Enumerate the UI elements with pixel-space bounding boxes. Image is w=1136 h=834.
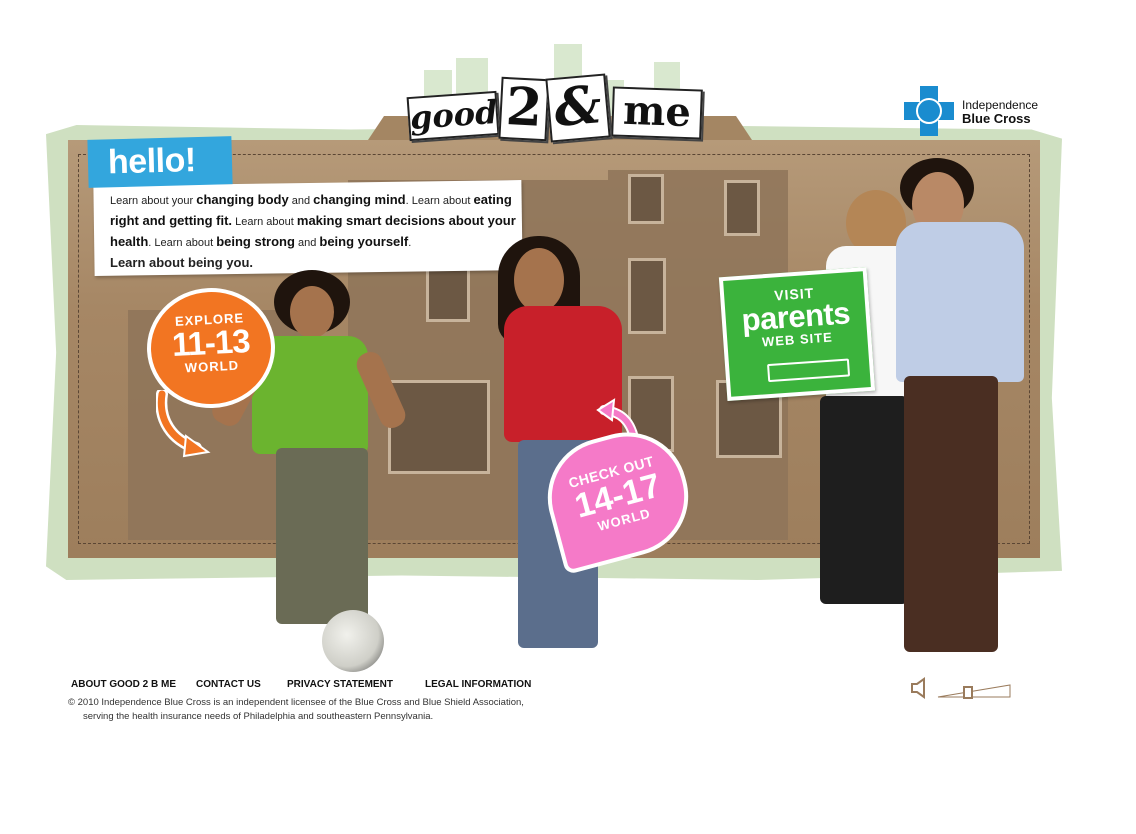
hello-intro-emphasis: being strong (216, 234, 295, 249)
hello-closing: Learn about being you. (110, 255, 254, 270)
window (388, 380, 490, 474)
copyright-line2: serving the health insurance needs of Ph… (83, 711, 434, 722)
footer-link-about[interactable]: ABOUT GOOD 2 B ME (71, 679, 176, 690)
brand-name[interactable]: Independence Blue Cross (962, 99, 1038, 126)
hello-intro-emphasis: being yourself (319, 234, 409, 249)
window (628, 258, 666, 334)
hello-tab: hello! (87, 136, 233, 188)
right-arrow-icon (767, 358, 851, 383)
window (724, 180, 760, 236)
hello-intro-emphasis: changing mind (313, 192, 406, 207)
hello-intro: Learn about your changing body and chang… (110, 190, 520, 274)
copyright: © 2010 Independence Blue Cross is an ind… (68, 696, 524, 724)
page: good 2 & me Independence Blue Cross hell… (0, 0, 1136, 834)
logo-good: good (406, 90, 500, 142)
hello-intro-text: Learn about your changing body and chang… (110, 192, 516, 249)
hello-intro-segment: Learn about your (110, 195, 197, 207)
logo-me: me (611, 86, 703, 140)
window (628, 174, 664, 224)
good2bme-logo[interactable]: good 2 & me (406, 72, 708, 143)
hello-intro-segment: and (288, 195, 314, 207)
hello-intro-segment: . Learn about (405, 195, 474, 207)
logo-two: 2 (498, 76, 550, 142)
speaker-icon[interactable] (910, 677, 930, 699)
logo-ampersand: & (545, 73, 611, 143)
hello-intro-segment: . Learn about (148, 237, 217, 249)
hello-intro-segment: . (408, 237, 412, 249)
footer-link-contact[interactable]: CONTACT US (196, 679, 261, 690)
orange-arrow-icon (156, 390, 211, 458)
blue-cross-icon[interactable] (904, 86, 954, 136)
hello-intro-segment: Learn about (232, 216, 297, 228)
parents-website-button[interactable]: VISIT parents WEB SITE (718, 266, 876, 402)
hello-intro-segment: and (294, 237, 320, 249)
hello-intro-emphasis: changing body (196, 192, 289, 207)
footer-link-legal[interactable]: LEGAL INFORMATION (425, 679, 531, 690)
volume-slider[interactable] (936, 683, 1012, 699)
footer-link-privacy[interactable]: PRIVACY STATEMENT (287, 679, 393, 690)
copyright-line1: © 2010 Independence Blue Cross is an ind… (68, 697, 524, 708)
hello-title: hello! (107, 141, 197, 182)
brand-line2: Blue Cross (962, 111, 1031, 126)
